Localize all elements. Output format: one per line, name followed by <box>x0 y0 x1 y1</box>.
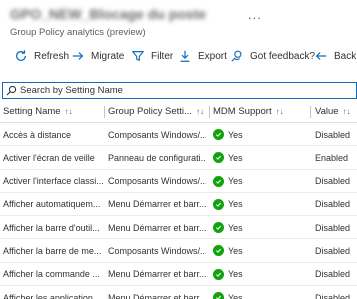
column-header-mdm-support[interactable]: MDM Support ↑↓ <box>213 100 284 123</box>
arrow-left-icon <box>315 52 327 60</box>
column-divider[interactable] <box>104 106 105 118</box>
setting-name-cell: Afficher les application... <box>3 292 101 299</box>
settings-table: Setting Name ↑↓ Group Policy Setti... ↑↓ M… <box>0 100 357 299</box>
checkmark-icon <box>213 129 224 140</box>
refresh-icon <box>16 50 26 61</box>
value-cell: Disabled <box>315 129 351 140</box>
value-cell: Disabled <box>315 245 351 256</box>
migrate-label: Migrate <box>91 50 125 62</box>
table-row[interactable]: Activer l'écran de veille Panneau de conf… <box>0 146 357 170</box>
sort-icon: ↑↓ <box>195 107 204 116</box>
checkmark-icon <box>213 198 224 210</box>
mdm-support-label: Yes <box>228 152 243 163</box>
table-header: Setting Name ↑↓ Group Policy Setti... ↑↓ M… <box>0 100 357 123</box>
checkmark-icon <box>213 175 224 187</box>
mdm-support-label: Yes <box>228 199 243 210</box>
group-policy-cell: Panneau de configurati... <box>108 152 206 163</box>
mdm-support-cell: Yes <box>213 193 303 216</box>
feedback-icon <box>231 50 242 62</box>
filter-label: Filter <box>151 50 174 62</box>
setting-name-cell: Afficher automatiquem... <box>3 199 101 210</box>
value-cell: Enabled <box>315 152 349 163</box>
page-header: GPO_NEW_Blocage du poste ... Group Polic… <box>10 6 355 40</box>
download-icon <box>180 50 190 62</box>
table-row[interactable]: Activer l'interface classi... Composants … <box>0 170 357 193</box>
setting-name-cell: Afficher la commande ... <box>3 269 100 280</box>
column-header-setting-name[interactable]: Setting Name ↑↓ <box>3 100 73 123</box>
search-icon <box>6 85 17 96</box>
setting-name-cell: Activer l'interface classi... <box>3 176 103 187</box>
group-policy-cell: Composants Windows/... <box>108 245 206 256</box>
checkmark-icon <box>213 268 224 280</box>
checkmark-icon <box>213 222 224 234</box>
column-divider[interactable] <box>209 106 210 118</box>
mdm-support-cell: Yes <box>213 146 303 169</box>
setting-name-cell: Accès à distance <box>3 129 72 140</box>
filter-icon <box>132 51 144 61</box>
group-policy-cell: Menu Démarrer et barr... <box>108 199 206 210</box>
feedback-label: Got feedback? <box>250 50 316 62</box>
table-row[interactable]: Afficher la commande ... Menu Démarrer et… <box>0 263 357 287</box>
mdm-support-label: Yes <box>228 222 243 233</box>
checkmark-icon <box>213 292 224 299</box>
table-row[interactable]: Afficher automatiquem... Menu Démarrer et… <box>0 193 357 217</box>
setting-name-cell: Activer l'écran de veille <box>3 152 95 163</box>
back-label: Back <box>334 50 357 62</box>
checkmark-icon <box>213 152 224 164</box>
table-row[interactable]: Afficher la barre d'outil... Menu Démarre… <box>0 216 357 240</box>
search-input[interactable] <box>20 85 340 96</box>
feedback-button[interactable]: Got feedback? <box>230 44 315 68</box>
mdm-support-label: Yes <box>228 176 243 187</box>
value-cell: Disabled <box>315 199 351 210</box>
page-subtitle: Group Policy analytics (preview) <box>10 27 146 38</box>
group-policy-cell: Composants Windows/... <box>108 176 206 187</box>
arrow-right-icon <box>72 52 84 60</box>
mdm-support-label: Yes <box>228 245 243 256</box>
column-header-group-policy-setting[interactable]: Group Policy Setti... ↑↓ <box>108 100 204 123</box>
refresh-button[interactable]: Refresh <box>14 44 69 68</box>
back-button[interactable]: Back <box>314 44 356 68</box>
value-cell: Disabled <box>315 222 351 233</box>
value-cell: Disabled <box>315 176 351 187</box>
sort-icon: ↑↓ <box>64 107 73 116</box>
mdm-support-cell: Yes <box>213 263 303 286</box>
table-row[interactable]: Afficher la barre de me... Composants Win… <box>0 239 357 263</box>
table-row[interactable]: Accès à distance Composants Windows/... Ye… <box>0 123 357 147</box>
mdm-support-cell: Yes <box>213 216 303 239</box>
sort-icon: ↑↓ <box>275 107 284 116</box>
export-button[interactable]: Export <box>178 44 227 68</box>
value-cell: Disabled <box>315 269 351 280</box>
table-row[interactable]: Afficher les application... Menu Démarrer… <box>0 286 357 299</box>
group-policy-cell: Menu Démarrer et barr... <box>108 292 206 299</box>
command-bar: Refresh Migrate Filter Export Got feedba… <box>0 44 357 68</box>
mdm-support-cell: Yes <box>213 170 303 193</box>
mdm-support-label: Yes <box>228 292 243 299</box>
checkmark-icon <box>213 245 224 257</box>
table-body: Accès à distance Composants Windows/... Ye… <box>0 123 357 299</box>
group-policy-cell: Composants Windows/... <box>108 129 206 140</box>
more-options-button[interactable]: ... <box>248 7 262 22</box>
column-divider[interactable] <box>310 106 311 118</box>
mdm-support-label: Yes <box>228 269 243 280</box>
refresh-label: Refresh <box>34 50 70 62</box>
page-title: GPO_NEW_Blocage du poste <box>10 6 207 22</box>
search-box[interactable] <box>2 82 357 99</box>
group-policy-cell: Menu Démarrer et barr... <box>108 269 206 280</box>
mdm-support-cell: Yes <box>213 239 303 262</box>
setting-name-cell: Afficher la barre de me... <box>3 245 102 256</box>
mdm-support-label: Yes <box>228 129 243 140</box>
column-header-value[interactable]: Value ↑↓ <box>315 100 351 123</box>
mdm-support-cell: Yes <box>213 286 303 299</box>
setting-name-cell: Afficher la barre d'outil... <box>3 222 100 233</box>
mdm-support-cell: Yes <box>213 123 303 146</box>
group-policy-cell: Menu Démarrer et barr... <box>108 222 206 233</box>
sort-icon: ↑↓ <box>342 107 351 116</box>
value-cell: Disabled <box>315 292 351 299</box>
migrate-button[interactable]: Migrate <box>71 44 124 68</box>
export-label: Export <box>198 50 227 62</box>
filter-button[interactable]: Filter <box>131 44 173 68</box>
